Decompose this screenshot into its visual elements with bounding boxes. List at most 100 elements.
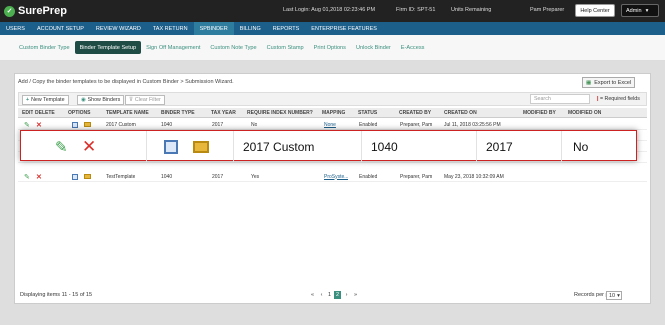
required-marker-icon: |	[597, 96, 599, 102]
status: Enabled	[359, 121, 378, 128]
help-center-button[interactable]: Help Center	[575, 4, 615, 17]
require-index: No	[251, 121, 258, 128]
firm-id: Firm ID: SPT-51	[396, 7, 436, 13]
sub-nav: Custom Binder Type Binder Template Setup…	[0, 35, 665, 61]
excel-icon: ▦	[586, 79, 592, 86]
units-remaining[interactable]: Units Remaining	[451, 7, 491, 13]
user-menu[interactable]: Pam Preparer	[530, 7, 564, 13]
col-created-by[interactable]: CREATED BY	[399, 108, 431, 118]
binder-icon: ◉	[81, 97, 86, 103]
table-row: ✎ ✕ 2017 Custom 1040 2017 No None Enable…	[18, 119, 647, 130]
nav-review-wizard[interactable]: REVIEW WIZARD	[90, 22, 147, 35]
created-by: Preparer, Pam	[400, 173, 433, 180]
delete-x-icon[interactable]: ✕	[36, 119, 42, 130]
status: Enabled	[359, 173, 378, 180]
copy-icon-large[interactable]	[164, 131, 178, 162]
subnav-custom-stamp[interactable]: Custom Stamp	[262, 41, 309, 54]
col-status[interactable]: STATUS	[358, 108, 377, 118]
search-input[interactable]: Search	[530, 94, 590, 104]
zoom-divider	[233, 131, 234, 162]
subnav-unlock-binder[interactable]: Unlock Binder	[351, 41, 396, 54]
subnav-sign-off-management[interactable]: Sign Off Management	[141, 41, 205, 54]
template-name: 2017 Custom	[106, 121, 136, 128]
col-tax-year[interactable]: TAX YEAR	[211, 108, 236, 118]
zoom-divider	[476, 131, 477, 162]
filter-icon: ⊽	[129, 97, 133, 103]
subnav-e-access[interactable]: E-Access	[396, 41, 430, 54]
show-binders-button[interactable]: ◉ Show Binders	[77, 95, 125, 105]
nav-reports[interactable]: REPORTS	[267, 22, 306, 35]
subnav-custom-note-type[interactable]: Custom Note Type	[205, 41, 261, 54]
first-page-icon[interactable]: «	[309, 291, 316, 299]
clear-filter-label: Clear Filter	[134, 97, 161, 103]
plus-icon: +	[26, 97, 30, 103]
new-template-button[interactable]: + New Template	[22, 95, 69, 105]
mapping-link[interactable]: None	[324, 119, 336, 130]
required-note-text: = Required fields	[599, 96, 640, 102]
edit-pencil-icon[interactable]: ✎	[24, 119, 30, 130]
col-require-index[interactable]: REQUIRE INDEX NUMBER?	[247, 108, 313, 118]
created-on: May 23, 2018 10:32:09 AM	[444, 173, 504, 180]
per-page-value: 10	[609, 292, 616, 299]
col-edit: EDIT	[22, 110, 34, 116]
admin-dropdown[interactable]: Admin ▾	[621, 4, 659, 17]
edit-pencil-icon[interactable]: ✎	[24, 171, 30, 182]
col-mapping[interactable]: MAPPING	[322, 108, 345, 118]
created-on: Jul 11, 2018 03:25:56 PM	[444, 121, 501, 128]
clear-filter-button[interactable]: ⊽ Clear Filter	[125, 95, 165, 105]
new-template-label: New Template	[31, 97, 65, 103]
nav-account-setup[interactable]: ACCOUNT SETUP	[31, 22, 90, 35]
nav-tax-return[interactable]: TAX RETURN	[147, 22, 194, 35]
col-template-name[interactable]: TEMPLATE NAME	[106, 108, 149, 118]
folder-icon[interactable]	[84, 171, 91, 182]
sureprep-logo[interactable]: ✓ SurePrep	[4, 4, 67, 18]
export-to-excel-button[interactable]: ▦ Export to Excel	[582, 77, 635, 88]
edit-pencil-icon-large[interactable]: ✎	[55, 131, 68, 162]
zoom-binder-type: 1040	[371, 139, 398, 154]
grid-header: EDIT DELETE OPTIONS TEMPLATE NAME BINDER…	[18, 108, 647, 118]
main-nav: USERS ACCOUNT SETUP REVIEW WIZARD TAX RE…	[0, 22, 665, 35]
nav-spbinder[interactable]: SPBINDER	[193, 22, 234, 35]
subnav-custom-binder-type[interactable]: Custom Binder Type	[14, 41, 75, 54]
require-index: Yes	[251, 173, 260, 180]
subnav-binder-template-setup[interactable]: Binder Template Setup	[74, 41, 142, 54]
page-2[interactable]: 2	[334, 291, 341, 299]
col-modified-on[interactable]: MODIFIED ON	[568, 108, 601, 118]
zoom-divider	[561, 131, 562, 162]
page-1[interactable]: 1	[326, 291, 333, 299]
items-display: Displaying items 11 - 15 of 15	[20, 292, 93, 298]
folder-icon-large[interactable]	[193, 131, 209, 162]
export-label: Export to Excel	[594, 79, 632, 86]
nav-enterprise-features[interactable]: ENTERPRISE FEATURES	[305, 22, 383, 35]
copy-icon[interactable]	[72, 119, 78, 130]
subnav-print-options[interactable]: Print Options	[309, 41, 351, 54]
chevron-down-icon: ▾	[617, 292, 620, 299]
last-login: Last Login: Aug 01,2018 02:23:46 PM	[283, 7, 376, 13]
prev-page-icon[interactable]: ‹	[318, 291, 325, 299]
zoom-divider	[146, 131, 147, 162]
folder-icon[interactable]	[84, 119, 91, 130]
zoom-tax-year: 2017	[486, 139, 513, 154]
table-row: ✎ ✕ TestTemplate 1040 2017 Yes ProSyste.…	[18, 171, 647, 182]
delete-x-icon-large[interactable]: ✕	[82, 131, 96, 162]
last-page-icon[interactable]: »	[352, 291, 359, 299]
next-page-icon[interactable]: ›	[343, 291, 350, 299]
mapping-link[interactable]: ProSyste...	[324, 171, 348, 182]
records-per-page-select[interactable]: 10 ▾	[606, 291, 622, 300]
delete-x-icon[interactable]: ✕	[36, 171, 42, 182]
page-description: Add / Copy the binder templates to be di…	[18, 79, 234, 85]
col-modified-by[interactable]: MODIFIED BY	[523, 108, 556, 118]
required-note: | = Required fields	[597, 96, 640, 102]
show-binders-label: Show Binders	[87, 97, 121, 103]
zoom-require-index: No	[573, 139, 589, 154]
col-created-on[interactable]: CREATED ON	[444, 108, 477, 118]
nav-billing[interactable]: BILLING	[234, 22, 267, 35]
binder-type: 1040	[161, 173, 173, 180]
template-name: TestTemplate	[106, 173, 136, 180]
copy-icon[interactable]	[72, 171, 78, 182]
logo-check-icon: ✓	[4, 5, 15, 17]
col-binder-type[interactable]: BINDER TYPE	[161, 108, 195, 118]
grid-footer: Displaying items 11 - 15 of 15 « ‹ 1 2 ›…	[18, 289, 647, 302]
nav-users[interactable]: USERS	[0, 22, 31, 35]
zoom-template-name: 2017 Custom	[243, 139, 315, 154]
